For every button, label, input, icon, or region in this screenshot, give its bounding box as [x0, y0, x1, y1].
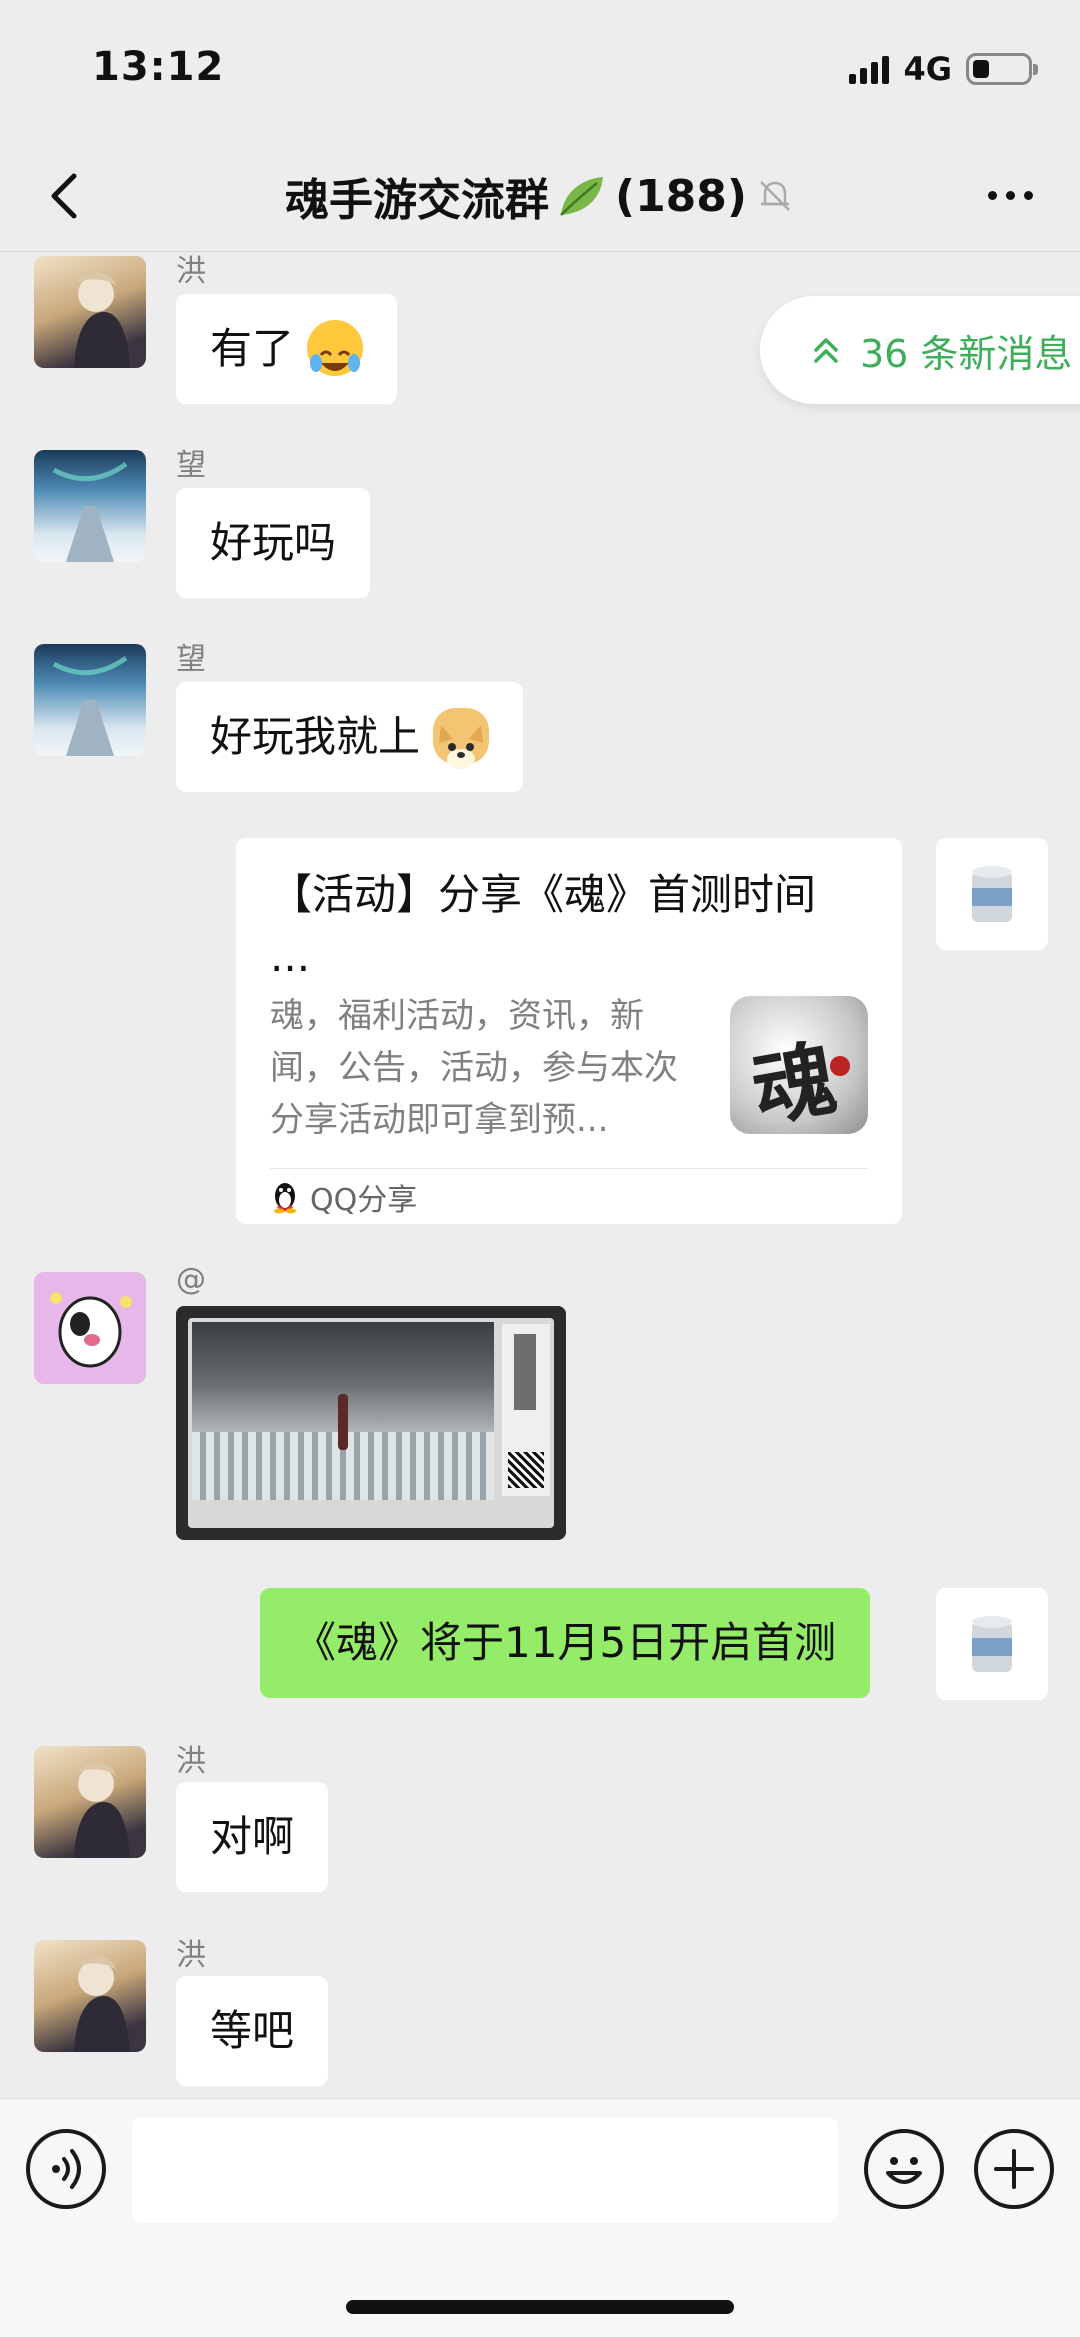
more-dot	[1005, 190, 1015, 200]
network-label: 4G	[903, 50, 952, 88]
member-count: (188)	[614, 170, 748, 222]
sidebar-banner	[514, 1334, 536, 1410]
status-bar: 13:12 4G	[0, 0, 1080, 140]
avatar-figure	[74, 271, 130, 368]
voice-button[interactable]	[26, 2129, 106, 2209]
card-title: 【活动】分享《魂》首测时间 ...	[270, 870, 817, 981]
double-chevron-up-icon	[814, 338, 838, 363]
game-screenshot	[188, 1318, 554, 1528]
screenshot-sidebar	[502, 1324, 550, 1496]
message-bubble[interactable]: 好玩吗	[176, 488, 371, 598]
status-time: 13:12	[92, 44, 225, 90]
more-dot	[1023, 190, 1033, 200]
message-text: 对啊	[210, 1812, 295, 1861]
new-messages-button[interactable]: 36 条新消息	[760, 296, 1080, 404]
message-bubble[interactable]: 对啊	[176, 1782, 329, 1892]
new-messages-label: 36 条新消息	[860, 331, 1073, 376]
message-text: 好玩我就上	[210, 712, 421, 761]
status-icons: 4G	[849, 50, 1038, 88]
avatar-figure	[74, 1955, 130, 2052]
sender-name: 洪	[176, 1938, 206, 1973]
character-figure	[338, 1394, 348, 1450]
avatar[interactable]	[34, 450, 146, 562]
laughing-tears-emoji-icon	[307, 319, 364, 376]
avatar-figure	[74, 1761, 130, 1858]
voice-icon	[52, 2149, 81, 2189]
avatar-road	[52, 461, 128, 562]
avatar-road	[52, 655, 128, 756]
more-actions-button[interactable]	[974, 2129, 1054, 2209]
signal-icon	[849, 54, 890, 84]
chat-header: 魂手游交流群 (188)	[0, 140, 1080, 252]
message-bubble[interactable]: 等吧	[176, 1976, 329, 2086]
sender-name: 洪	[176, 1744, 206, 1779]
message-bubble[interactable]: 有了	[176, 294, 398, 404]
tin-can-icon	[972, 866, 1012, 922]
more-button[interactable]	[980, 170, 1040, 220]
emoji-button[interactable]	[864, 2129, 944, 2209]
avatar[interactable]	[34, 256, 146, 368]
message-input[interactable]	[132, 2117, 838, 2223]
qq-penguin-icon	[274, 1182, 296, 1213]
avatar[interactable]	[34, 1746, 146, 1858]
card-thumbnail: 魂	[730, 996, 868, 1134]
battery-icon	[966, 53, 1038, 85]
avatar[interactable]	[34, 1940, 146, 2052]
doge-emoji-icon	[433, 707, 490, 769]
self-avatar[interactable]	[936, 838, 1048, 950]
share-card[interactable]: 【活动】分享《魂》首测时间 ... 魂，福利活动，资讯，新闻，公告，活动，参与本…	[236, 838, 902, 1224]
smiley-icon	[886, 2157, 922, 2184]
leaf-icon	[560, 177, 603, 216]
card-thumb-accent	[830, 1056, 850, 1076]
message-text: 等吧	[210, 2006, 295, 2055]
plus-icon	[994, 2149, 1034, 2189]
message-text: 有了	[210, 324, 295, 373]
image-message[interactable]	[176, 1306, 566, 1540]
screenshot-scene	[192, 1322, 494, 1500]
message-text: 好玩吗	[210, 518, 337, 567]
self-avatar[interactable]	[936, 1588, 1048, 1700]
message-bubble-self[interactable]: 《魂》将于11月5日开启首测	[260, 1588, 871, 1698]
home-indicator	[346, 2300, 734, 2314]
mute-bell-icon	[760, 181, 790, 211]
tin-can-icon	[972, 1616, 1012, 1672]
card-footer: QQ分享	[270, 1168, 868, 1224]
card-description: 魂，福利活动，资讯，新闻，公告，活动，参与本次分享活动即可拿到预...	[270, 996, 678, 1140]
message-bubble[interactable]: 好玩我就上	[176, 682, 524, 792]
cartoon-cow-avatar	[50, 1292, 132, 1368]
avatar[interactable]	[34, 644, 146, 756]
group-name: 魂手游交流群	[284, 175, 549, 226]
card-thumbnail-text: 魂	[745, 1030, 844, 1134]
more-dot	[987, 190, 997, 200]
qr-code	[508, 1452, 544, 1488]
chat-title: 魂手游交流群 (188)	[0, 164, 1080, 228]
avatar[interactable]	[34, 1272, 146, 1384]
message-text: 《魂》将于11月5日开启首测	[294, 1618, 837, 1667]
card-source: QQ分享	[310, 1182, 418, 1218]
sender-name: 洪	[176, 254, 206, 289]
